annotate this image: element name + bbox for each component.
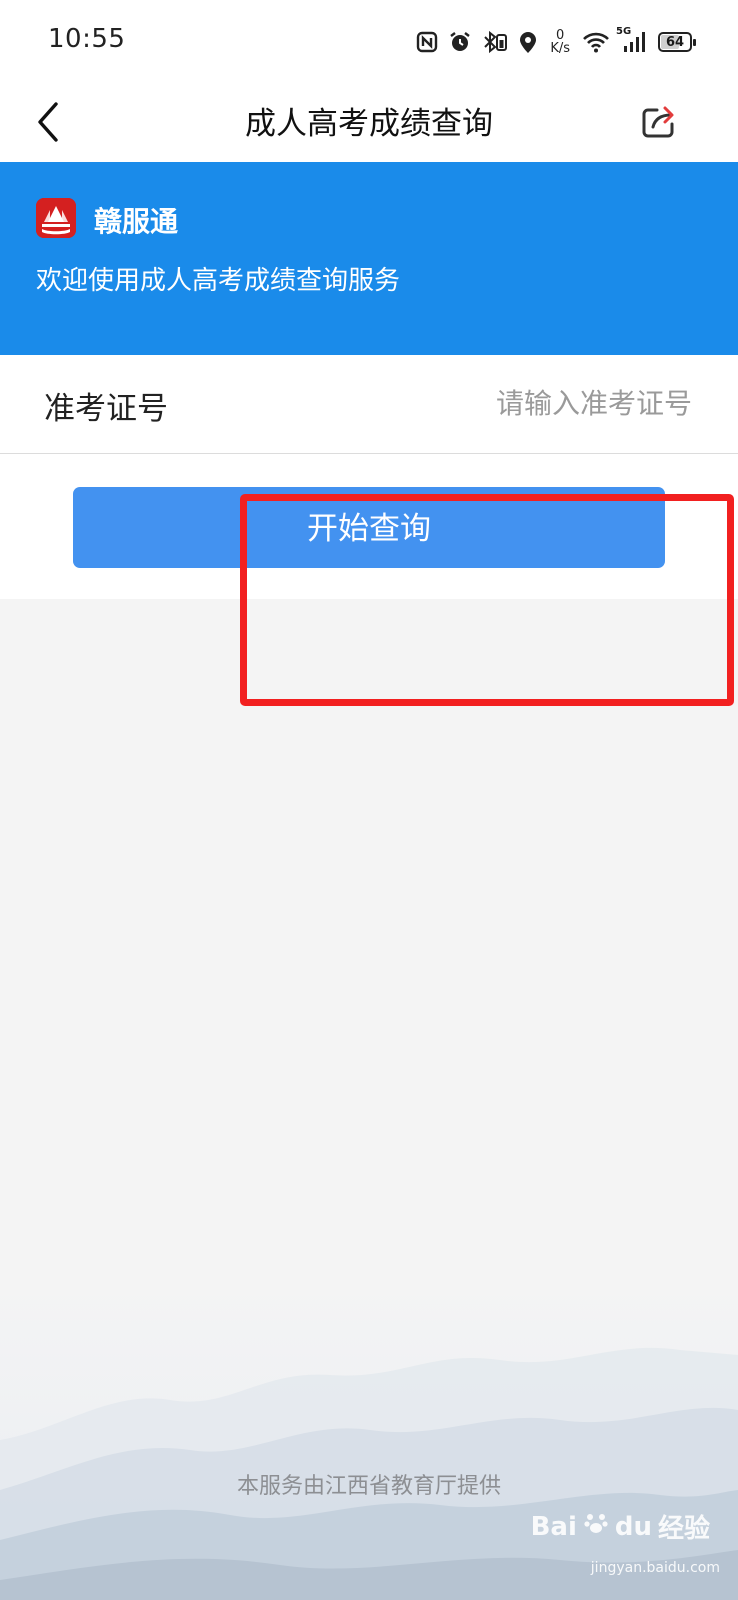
start-query-button[interactable]: 开始查询 bbox=[73, 487, 665, 568]
location-icon bbox=[518, 30, 538, 54]
admission-number-input[interactable] bbox=[372, 377, 692, 429]
status-icons: 0 K/s 5G 64 bbox=[416, 22, 696, 62]
nfc-icon bbox=[416, 31, 438, 53]
share-button[interactable] bbox=[634, 96, 684, 148]
admission-number-label: 准考证号 bbox=[44, 391, 168, 427]
status-time: 10:55 bbox=[48, 24, 126, 54]
welcome-text: 欢迎使用成人高考成绩查询服务 bbox=[36, 266, 401, 296]
net-speed: 0 K/s bbox=[550, 28, 570, 56]
page-title: 成人高考成绩查询 bbox=[245, 106, 493, 142]
provider-text: 本服务由江西省教育厅提供 bbox=[236, 1474, 501, 1499]
bluetooth-icon bbox=[482, 30, 508, 54]
nav-bar: 成人高考成绩查询 bbox=[0, 82, 738, 162]
signal-icon: 5G bbox=[616, 26, 648, 54]
share-icon bbox=[642, 106, 674, 138]
button-area: 开始查询 bbox=[0, 454, 738, 599]
battery-icon: 64 bbox=[658, 32, 696, 52]
baidu-watermark: Bai du 经验 bbox=[530, 1510, 710, 1545]
paw-icon bbox=[583, 1510, 609, 1543]
battery-level: 64 bbox=[665, 34, 685, 50]
ganfutong-logo bbox=[36, 198, 76, 238]
alarm-icon bbox=[448, 30, 472, 54]
watermark-url: jingyan.baidu.com bbox=[590, 1560, 720, 1576]
wifi-icon bbox=[582, 31, 610, 53]
brand-name: 赣服通 bbox=[94, 205, 179, 238]
welcome-banner: 赣服通 欢迎使用成人高考成绩查询服务 bbox=[0, 162, 738, 355]
status-bar: 10:55 0 K/s 5G 64 bbox=[0, 0, 738, 82]
mountain-background bbox=[0, 1280, 738, 1600]
admission-number-row: 准考证号 bbox=[0, 355, 738, 454]
